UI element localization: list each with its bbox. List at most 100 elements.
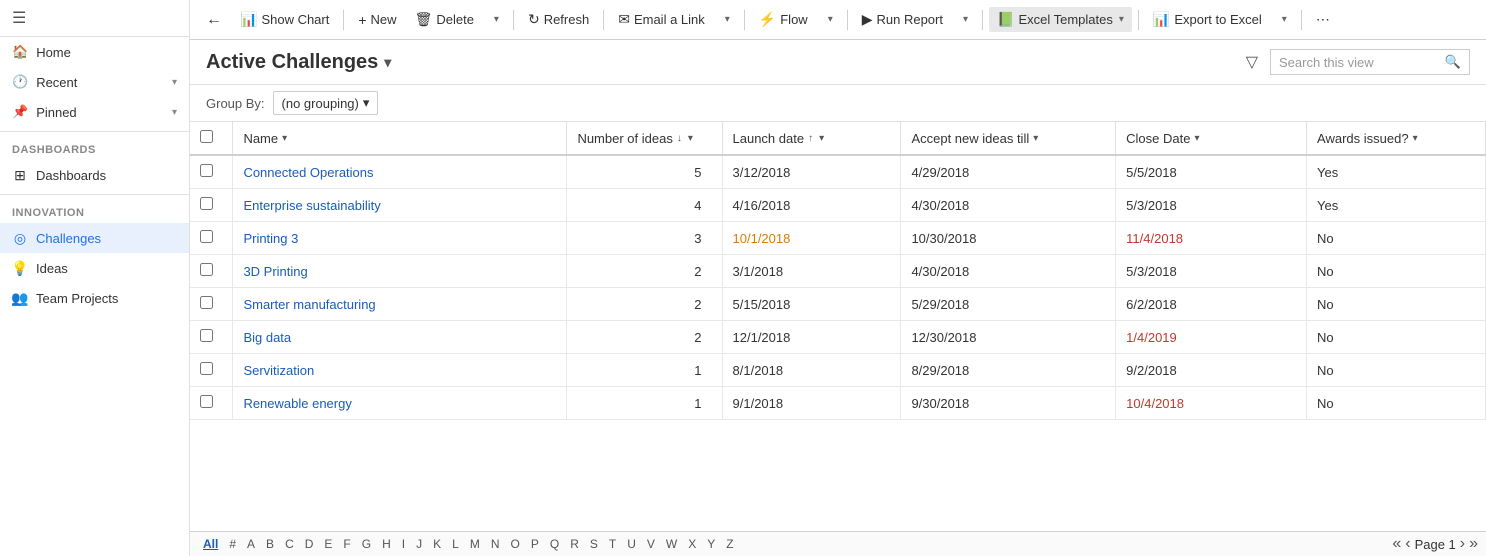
alpha-nav-d[interactable]: D <box>300 535 319 553</box>
run-report-chevron-button[interactable]: ▾ <box>953 10 976 29</box>
row-name[interactable]: Smarter manufacturing <box>233 288 567 321</box>
more-options-3-button[interactable]: ⋯ <box>1308 7 1338 32</box>
email-link-label: Email a Link <box>634 12 705 27</box>
row-name[interactable]: Servitization <box>233 354 567 387</box>
alpha-nav-g[interactable]: G <box>357 535 376 553</box>
email-link-button[interactable]: ✉ Email a Link <box>610 7 713 32</box>
hamburger-icon[interactable]: ☰ <box>12 8 26 28</box>
export-excel-button[interactable]: 📊 Export to Excel <box>1145 7 1270 32</box>
row-close: 10/4/2018 <box>1116 387 1307 420</box>
row-checkbox[interactable] <box>200 362 213 375</box>
refresh-button[interactable]: ↻ Refresh <box>520 7 597 32</box>
flow-chevron-button[interactable]: ▾ <box>818 10 841 29</box>
row-name[interactable]: Renewable energy <box>233 387 567 420</box>
row-name[interactable]: 3D Printing <box>233 255 567 288</box>
row-checkbox[interactable] <box>200 197 213 210</box>
row-launch: 5/15/2018 <box>722 288 901 321</box>
sidebar-item-dashboards[interactable]: ⊞ Dashboards <box>0 160 189 190</box>
row-name[interactable]: Enterprise sustainability <box>233 189 567 222</box>
back-button[interactable]: ← <box>198 7 230 33</box>
alpha-nav-e[interactable]: E <box>319 535 337 553</box>
header-right: ▽ 🔍 <box>1242 48 1470 76</box>
sidebar-item-pinned[interactable]: 📌 Pinned ▾ <box>0 97 189 127</box>
more-options-2-button[interactable]: ▾ <box>715 10 738 29</box>
alpha-nav-z[interactable]: Z <box>721 535 738 553</box>
excel-templates-button[interactable]: 📗 Excel Templates ▾ <box>989 7 1132 32</box>
run-report-button[interactable]: ▶ Run Report <box>854 7 951 32</box>
alpha-nav-i[interactable]: I <box>397 535 410 553</box>
home-icon: 🏠 <box>12 44 28 60</box>
alpha-nav: All#ABCDEFGHIJKLMNOPQRSTUVWXYZ <box>198 535 739 553</box>
alpha-nav-l[interactable]: L <box>447 535 464 553</box>
alpha-nav-#[interactable]: # <box>224 535 241 553</box>
name-sort-icon: ▾ <box>282 133 287 144</box>
col-close-label: Close Date <box>1126 131 1190 146</box>
excel-templates-chevron-icon: ▾ <box>1119 14 1124 25</box>
row-accept: 10/30/2018 <box>901 222 1116 255</box>
search-icon[interactable]: 🔍 <box>1445 54 1461 70</box>
delete-button[interactable]: 🗑 Delete <box>407 7 482 32</box>
row-checkbox[interactable] <box>200 230 213 243</box>
col-accept-header[interactable]: Accept new ideas till ▾ <box>901 122 1116 155</box>
last-page-button[interactable]: » <box>1469 535 1478 553</box>
alpha-nav-p[interactable]: P <box>526 535 544 553</box>
alpha-nav-x[interactable]: X <box>683 535 701 553</box>
page-title: Active Challenges <box>206 51 378 74</box>
alpha-nav-j[interactable]: J <box>411 535 427 553</box>
sidebar-item-recent[interactable]: 🕐 Recent ▾ <box>0 67 189 97</box>
alpha-nav-n[interactable]: N <box>486 535 505 553</box>
alpha-nav-v[interactable]: V <box>642 535 660 553</box>
alpha-nav-a[interactable]: A <box>242 535 260 553</box>
alpha-nav-q[interactable]: Q <box>545 535 564 553</box>
alpha-nav-o[interactable]: O <box>506 535 525 553</box>
row-checkbox[interactable] <box>200 329 213 342</box>
export-chevron-button[interactable]: ▾ <box>1272 10 1295 29</box>
row-name[interactable]: Connected Operations <box>233 155 567 189</box>
table-row: Connected Operations53/12/20184/29/20185… <box>190 155 1486 189</box>
groupby-select[interactable]: (no grouping) ▾ <box>273 91 379 115</box>
search-input[interactable] <box>1279 55 1439 70</box>
sidebar-item-home[interactable]: 🏠 Home <box>0 37 189 67</box>
filter-icon[interactable]: ▽ <box>1242 48 1262 76</box>
alpha-nav-t[interactable]: T <box>604 535 621 553</box>
alpha-nav-y[interactable]: Y <box>702 535 720 553</box>
row-checkbox[interactable] <box>200 263 213 276</box>
alpha-nav-w[interactable]: W <box>661 535 682 553</box>
row-checkbox[interactable] <box>200 296 213 309</box>
sidebar-item-ideas[interactable]: 💡 Ideas <box>0 253 189 283</box>
show-chart-button[interactable]: 📊 Show Chart <box>232 7 337 32</box>
alpha-nav-f[interactable]: F <box>338 535 355 553</box>
alpha-nav-all[interactable]: All <box>198 535 223 553</box>
alpha-nav-h[interactable]: H <box>377 535 396 553</box>
sidebar-item-team-projects[interactable]: 👥 Team Projects <box>0 283 189 313</box>
row-launch: 9/1/2018 <box>722 387 901 420</box>
col-awards-header[interactable]: Awards issued? ▾ <box>1307 122 1486 155</box>
alpha-nav-b[interactable]: B <box>261 535 279 553</box>
flow-label: Flow <box>780 12 807 27</box>
alpha-nav-k[interactable]: K <box>428 535 446 553</box>
prev-page-button[interactable]: ‹ <box>1405 535 1410 553</box>
more-options-1-button[interactable]: ▾ <box>484 10 507 29</box>
first-page-button[interactable]: « <box>1392 535 1401 553</box>
alpha-nav-r[interactable]: R <box>565 535 584 553</box>
col-launch-header[interactable]: Launch date ↑ ▾ <box>722 122 901 155</box>
row-name[interactable]: Big data <box>233 321 567 354</box>
col-close-header[interactable]: Close Date ▾ <box>1116 122 1307 155</box>
sidebar-item-challenges[interactable]: ◎ Challenges <box>0 223 189 253</box>
row-checkbox[interactable] <box>200 164 213 177</box>
col-ideas-header[interactable]: Number of ideas ↓ ▾ <box>567 122 722 155</box>
col-awards-label: Awards issued? <box>1317 131 1409 146</box>
alpha-nav-m[interactable]: M <box>465 535 485 553</box>
next-page-button[interactable]: › <box>1460 535 1465 553</box>
select-all-checkbox[interactable] <box>200 130 213 143</box>
view-title[interactable]: Active Challenges ▾ <box>206 51 391 74</box>
challenges-icon: ◎ <box>12 230 28 246</box>
row-checkbox[interactable] <box>200 395 213 408</box>
alpha-nav-s[interactable]: S <box>585 535 603 553</box>
alpha-nav-u[interactable]: U <box>622 535 641 553</box>
new-button[interactable]: + New <box>350 8 404 32</box>
flow-button[interactable]: ⚡ Flow <box>751 7 816 32</box>
row-name[interactable]: Printing 3 <box>233 222 567 255</box>
col-name-header[interactable]: Name ▾ <box>233 122 567 155</box>
alpha-nav-c[interactable]: C <box>280 535 299 553</box>
